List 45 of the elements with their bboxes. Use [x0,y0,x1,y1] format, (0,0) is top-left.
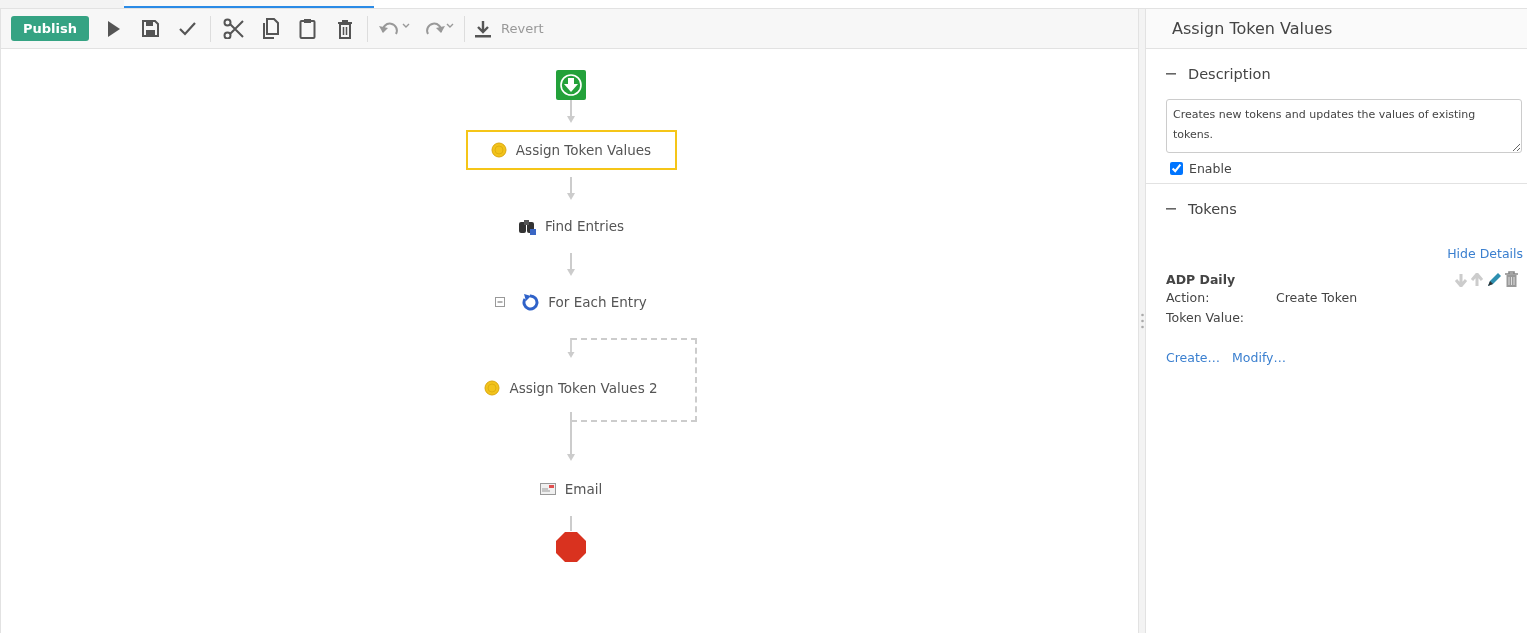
field-value: Create Token [1276,289,1359,307]
connector-line [570,412,572,426]
play-icon [105,19,122,38]
field-label: Token Value: [1166,309,1246,327]
connector-arrow [566,177,576,200]
trash-icon [336,18,353,39]
workflow-step[interactable]: Find Entries [502,206,640,246]
workflow-step[interactable]: Email [523,469,619,509]
pencil-icon [1486,271,1502,288]
grip-icon [1140,313,1144,329]
connector-arrow [566,100,576,123]
scissors-icon [223,18,244,39]
field-label: Action: [1166,289,1211,307]
workflow-step[interactable]: Assign Token Values [465,130,677,170]
description-field[interactable]: Creates new tokens and updates the values of existing tokens. [1166,99,1522,153]
loop-arrow-icon [521,293,540,311]
enable-checkbox[interactable] [1170,161,1183,175]
clipboard-icon [299,18,316,39]
stop-icon [556,532,586,562]
save-icon [141,19,160,38]
copy-icon [262,18,279,39]
connector-arrow [566,426,576,461]
coin-icon [490,142,507,158]
workflow-step[interactable]: Assign Token Values 2 [468,368,674,408]
action-link[interactable]: Modify… [1232,350,1286,365]
action-link[interactable]: Create… [1166,350,1221,365]
checkbox-label: Enable [1189,160,1232,176]
hide-details-link[interactable]: Hide Details [1447,246,1523,261]
checkmark-icon [178,20,197,37]
up-arrow-icon [1470,272,1484,287]
active-tab-indicator[interactable] [124,0,374,8]
workflow-step[interactable]: For Each Entry [479,282,663,322]
connector-arrow [566,338,576,358]
download-icon [475,19,491,38]
connector-arrow [566,253,576,276]
section-header[interactable]: Description [1166,49,1271,99]
coin-icon [484,380,501,396]
panel-title: Assign Token Values [1146,9,1527,49]
start-icon [556,70,586,100]
section-header[interactable]: Tokens [1166,184,1237,234]
down-arrow-icon [1454,272,1468,287]
trash-icon [1504,271,1519,288]
email-icon [539,482,556,496]
binoculars-icon [518,217,536,235]
token-name: ADP Daily [1166,272,1236,287]
